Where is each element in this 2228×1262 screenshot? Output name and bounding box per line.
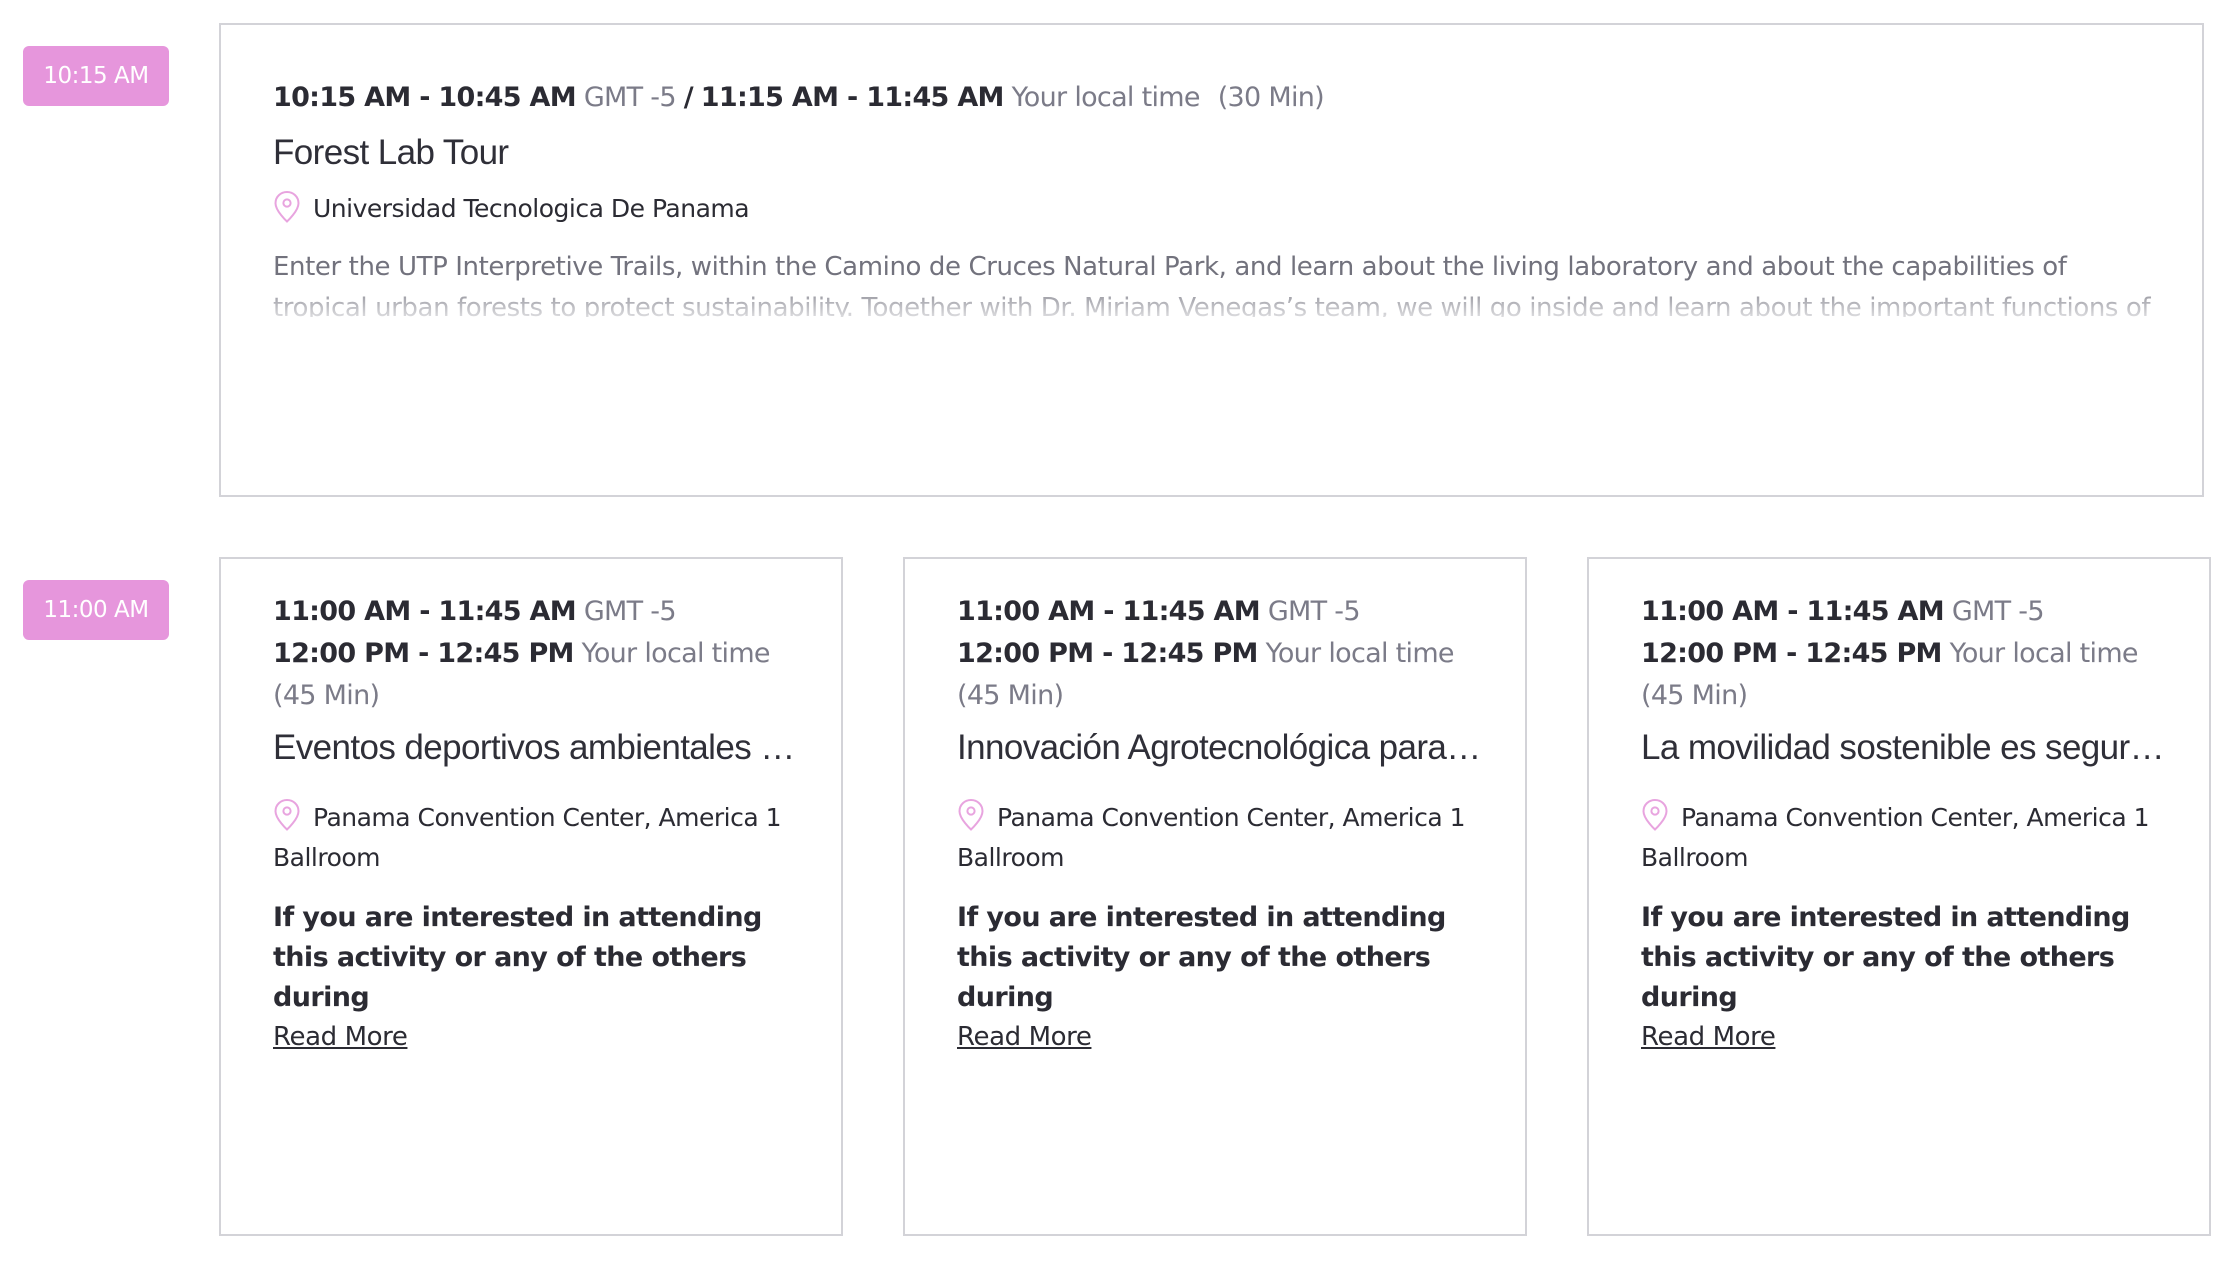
gmt-time-range: 10:15 AM - 10:45 AM [273,82,577,113]
event-location-text: Panama Convention Center, America 1 Ball… [1641,803,2150,872]
event-location-text: Panama Convention Center, America 1 Ball… [957,803,1466,872]
map-pin-icon [1642,798,1668,831]
event-title[interactable]: La movilidad sostenible es segura..... [1641,725,2169,771]
event-title[interactable]: Innovación Agrotecnológica para la... [957,725,1485,771]
local-time-label: Your local time [1265,638,1455,669]
event-local-time: 12:00 PM - 12:45 PM Your local time [1641,633,2169,675]
local-time-range: 12:00 PM - 12:45 PM [1641,638,1942,669]
event-duration: (30 Min) [1217,82,1325,113]
event-location: Universidad Tecnologica De Panama [273,189,2162,229]
event-location-text: Panama Convention Center, America 1 Ball… [273,803,782,872]
time-separator: / [683,82,694,113]
gmt-time-range: 11:00 AM - 11:45 AM [1641,596,1945,627]
local-time-range: 11:15 AM - 11:45 AM [700,82,1005,113]
local-time-range: 12:00 PM - 12:45 PM [273,638,574,669]
event-card[interactable]: 11:00 AM - 11:45 AM GMT -5 12:00 PM - 12… [219,557,843,1236]
local-time-label: Your local time [581,638,771,669]
gmt-label: GMT -5 [583,82,677,113]
event-location: Panama Convention Center, America 1 Ball… [957,797,1485,878]
event-title[interactable]: Eventos deportivos ambientales de... [273,725,801,771]
local-time-label: Your local time [1011,82,1201,113]
event-gmt-time: 11:00 AM - 11:45 AM GMT -5 [957,591,1485,633]
map-pin-icon [274,798,300,831]
event-time-range: 10:15 AM - 10:45 AM GMT -5 / 11:15 AM - … [273,77,2162,119]
gmt-label: GMT -5 [1267,596,1361,627]
event-location-text: Universidad Tecnologica De Panama [313,194,750,223]
event-description: Enter the UTP Interpretive Trails, withi… [273,247,2162,317]
event-card[interactable]: 11:00 AM - 11:45 AM GMT -5 12:00 PM - 12… [1587,557,2211,1236]
event-duration: (45 Min) [957,680,1064,711]
local-time-range: 12:00 PM - 12:45 PM [957,638,1258,669]
event-local-time: 12:00 PM - 12:45 PM Your local time [273,633,801,675]
read-more-link[interactable]: Read More [1641,1022,1776,1052]
map-pin-icon [274,190,300,223]
time-slot-badge: 11:00 AM [23,580,169,640]
event-gmt-time: 11:00 AM - 11:45 AM GMT -5 [1641,591,2169,633]
event-local-time: 12:00 PM - 12:45 PM Your local time [957,633,1485,675]
read-more-link[interactable]: Read More [957,1022,1092,1052]
event-location: Panama Convention Center, America 1 Ball… [273,797,801,878]
local-time-label: Your local time [1949,638,2139,669]
event-interest-text: If you are interested in attending this … [273,902,762,1013]
map-pin-icon [958,798,984,831]
event-card[interactable]: 11:00 AM - 11:45 AM GMT -5 12:00 PM - 12… [903,557,1527,1236]
event-interest-text: If you are interested in attending this … [1641,902,2130,1013]
event-duration: (45 Min) [1641,680,1748,711]
event-gmt-time: 11:00 AM - 11:45 AM GMT -5 [273,591,801,633]
event-card-forest-lab-tour[interactable]: 10:15 AM - 10:45 AM GMT -5 / 11:15 AM - … [219,23,2204,497]
gmt-label: GMT -5 [1951,596,2045,627]
event-interest-text: If you are interested in attending this … [957,902,1446,1013]
gmt-time-range: 11:00 AM - 11:45 AM [957,596,1261,627]
time-slot-badge: 10:15 AM [23,46,169,106]
event-title[interactable]: Forest Lab Tour [273,129,2162,177]
event-location: Panama Convention Center, America 1 Ball… [1641,797,2169,878]
gmt-time-range: 11:00 AM - 11:45 AM [273,596,577,627]
event-duration: (45 Min) [273,680,380,711]
gmt-label: GMT -5 [583,596,677,627]
read-more-link[interactable]: Read More [273,1022,408,1052]
